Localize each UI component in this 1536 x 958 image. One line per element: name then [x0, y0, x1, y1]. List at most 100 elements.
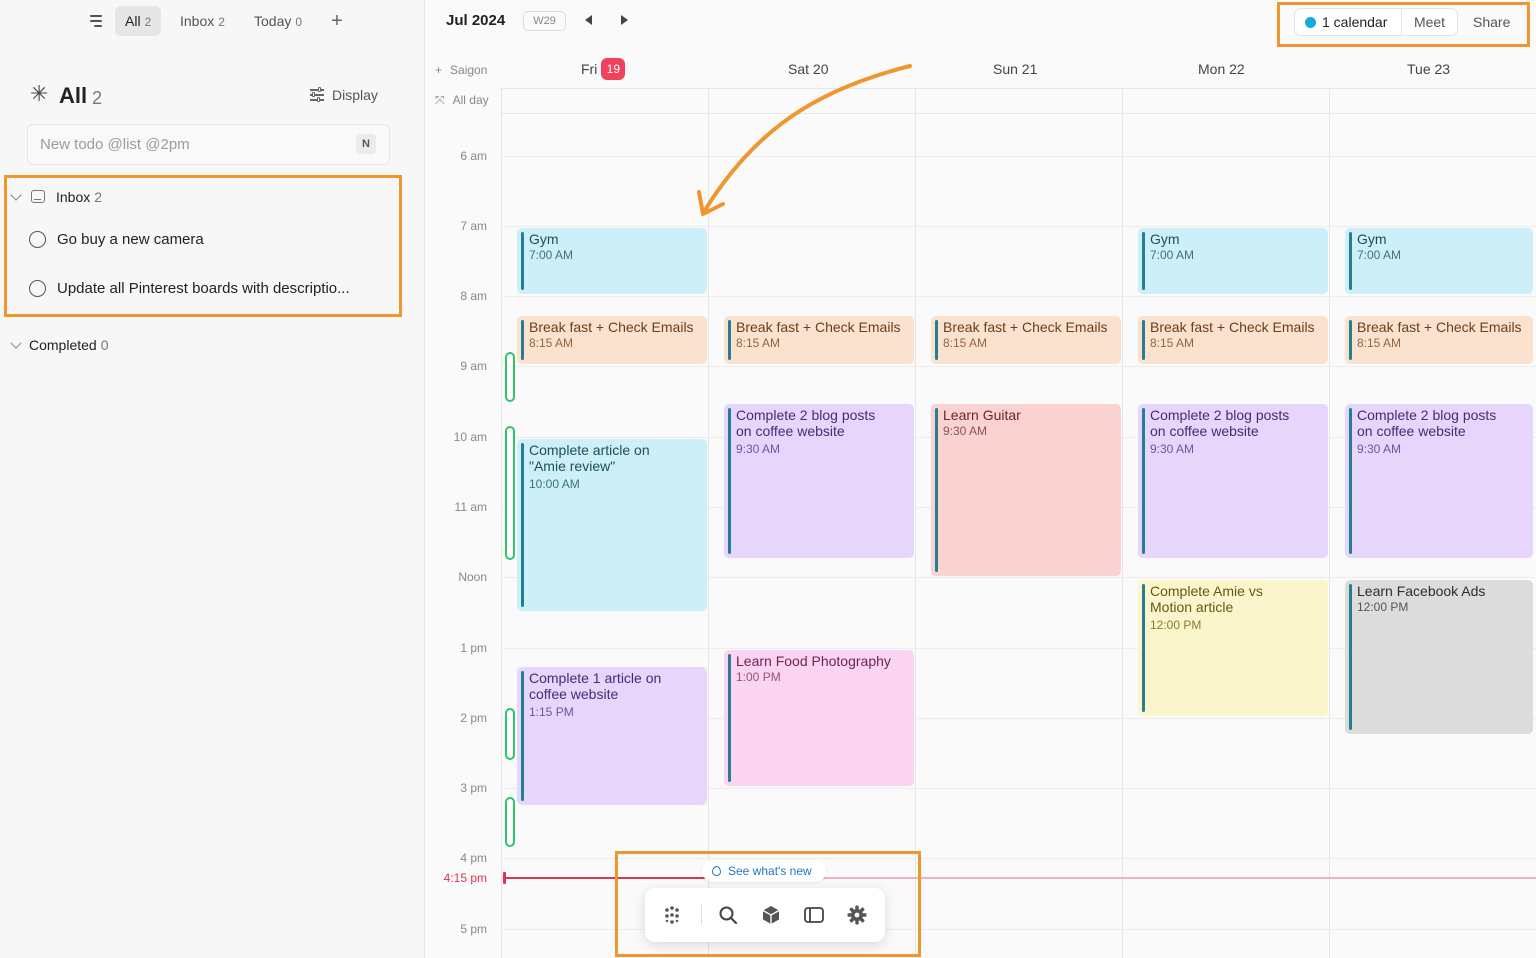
add-view-plus-icon[interactable]: + [328, 8, 346, 34]
todo-checkbox[interactable] [29, 280, 46, 297]
current-time-marker [503, 872, 506, 884]
task-block[interactable] [505, 797, 515, 847]
event-bar [728, 408, 731, 554]
event-amie-vs-motion[interactable]: Complete Amie vs Motion article 12:00 PM [1138, 580, 1328, 716]
time-label: 1 pm [460, 641, 487, 655]
event-bar [1349, 408, 1352, 554]
tab-all[interactable]: All 2 [115, 6, 162, 36]
week-badge: W29 [523, 11, 566, 31]
day-header-sat[interactable]: Sat 20 [788, 58, 828, 80]
event-breakfast[interactable]: Break fast + Check Emails 8:15 AM [1138, 316, 1328, 364]
event-coffee-article[interactable]: Complete 1 article on coffee website 1:1… [517, 667, 707, 805]
completed-chevron-down-icon[interactable] [10, 337, 22, 349]
event-title: Complete 1 article on coffee website [529, 670, 662, 702]
event-time: 9:30 AM [1357, 442, 1402, 456]
sliders-icon [310, 87, 324, 102]
time-label: 5 pm [460, 922, 487, 936]
dock-separator [701, 905, 702, 925]
inbox-section-header[interactable]: Inbox 2 [56, 187, 102, 207]
cube-icon[interactable] [760, 904, 782, 926]
event-time: 7:00 AM [1357, 248, 1402, 262]
event-blog-posts[interactable]: Complete 2 blog posts on coffee website … [724, 404, 914, 558]
event-time: 9:30 AM [736, 442, 781, 456]
search-icon[interactable] [717, 904, 739, 926]
event-bar [1142, 232, 1145, 290]
task-block[interactable] [505, 426, 515, 560]
tab-today-count: 0 [295, 15, 303, 29]
calendar-toolbar: Jul 2024 W29 1 calendar Meet Share [425, 0, 1536, 47]
completed-label: Completed [29, 337, 97, 353]
whats-new-button[interactable]: See what's new [702, 860, 826, 882]
page-title-count: 2 [92, 88, 103, 108]
event-facebook-ads[interactable]: Learn Facebook Ads 12:00 PM [1345, 580, 1533, 734]
event-bar [1142, 584, 1145, 712]
tab-inbox[interactable]: Inbox 2 [180, 6, 225, 36]
allday-row[interactable] [501, 88, 1536, 114]
event-gym[interactable]: Gym 7:00 AM [1345, 228, 1533, 294]
inbox-count: 2 [94, 189, 103, 205]
calendar-view: Jul 2024 W29 1 calendar Meet Share + Saig… [425, 0, 1536, 958]
day-header-mon[interactable]: Mon 22 [1198, 58, 1245, 80]
event-blog-posts[interactable]: Complete 2 blog posts on coffee website … [1345, 404, 1533, 558]
event-breakfast[interactable]: Break fast + Check Emails 8:15 AM [724, 316, 914, 364]
time-label: 2 pm [460, 711, 487, 725]
month-label: Jul 2024 [446, 12, 506, 29]
time-label: 11 am [454, 500, 487, 514]
event-time: 8:15 AM [529, 336, 574, 350]
event-blog-posts[interactable]: Complete 2 blog posts on coffee website … [1138, 404, 1328, 558]
task-block[interactable] [505, 708, 515, 760]
whats-new-label: See what's new [728, 864, 812, 878]
event-time: 12:00 PM [1150, 618, 1202, 632]
completed-section-header[interactable]: Completed 0 [29, 335, 109, 355]
event-bar [728, 654, 731, 782]
collapse-icon: ⤧ [435, 93, 445, 107]
display-button-label: Display [332, 87, 378, 103]
page-title-text: All [59, 83, 88, 108]
event-guitar[interactable]: Learn Guitar 9:30 AM [931, 404, 1121, 576]
event-title: Break fast + Check Emails [736, 319, 901, 335]
event-breakfast[interactable]: Break fast + Check Emails 8:15 AM [1345, 316, 1533, 364]
event-bar [728, 320, 731, 360]
next-week-icon[interactable] [621, 15, 628, 25]
sidebar-toggle-icon[interactable] [803, 904, 825, 926]
event-bar [935, 408, 938, 572]
apps-icon[interactable] [661, 904, 683, 926]
event-title: Learn Guitar [943, 407, 1021, 423]
tab-all-count: 2 [144, 15, 152, 29]
column-divider [501, 88, 502, 958]
time-label: 9 am [460, 359, 487, 373]
column-divider [1122, 88, 1123, 958]
event-title: Learn Facebook Ads [1357, 583, 1486, 599]
todo-item-label: Go buy a new camera [57, 231, 204, 248]
event-gym[interactable]: Gym 7:00 AM [1138, 228, 1328, 294]
day-header-tue[interactable]: Tue 23 [1407, 58, 1450, 80]
event-article[interactable]: Complete article on "Amie review" 10:00 … [517, 439, 707, 611]
asterisk-icon: ✳ [30, 81, 49, 106]
day-name: Fri [581, 61, 598, 77]
prev-week-icon[interactable] [585, 15, 592, 25]
event-food-photography[interactable]: Learn Food Photography 1:00 PM [724, 650, 914, 786]
event-time: 10:00 AM [529, 477, 580, 491]
event-breakfast[interactable]: Break fast + Check Emails 8:15 AM [517, 316, 707, 364]
allday-label[interactable]: ⤧ All day [435, 91, 489, 109]
gear-icon[interactable] [846, 904, 868, 926]
display-button[interactable]: Display [310, 84, 378, 106]
current-time-label: 4:15 pm [443, 871, 487, 885]
event-title: Learn Food Photography [736, 653, 891, 669]
event-gym[interactable]: Gym 7:00 AM [517, 228, 707, 294]
day-header-fri[interactable]: Fri 19 [581, 58, 626, 80]
timezone-label[interactable]: + Saigon [435, 61, 501, 79]
day-header-sun[interactable]: Sun 21 [993, 58, 1037, 80]
new-todo-input[interactable] [27, 124, 390, 165]
inbox-label: Inbox [56, 189, 91, 205]
time-grid[interactable]: 6 am 7 am 8 am 9 am 10 am 11 am Noon 1 p… [425, 88, 1536, 958]
event-breakfast[interactable]: Break fast + Check Emails 8:15 AM [931, 316, 1121, 364]
tab-today[interactable]: Today 0 [254, 6, 302, 36]
tab-inbox-count: 2 [218, 15, 225, 29]
time-label: 7 am [460, 219, 487, 233]
menu-icon[interactable] [88, 14, 104, 28]
task-block[interactable] [505, 352, 515, 402]
todo-checkbox[interactable] [29, 231, 46, 248]
allday-text: All day [452, 93, 489, 107]
column-divider [915, 88, 916, 958]
